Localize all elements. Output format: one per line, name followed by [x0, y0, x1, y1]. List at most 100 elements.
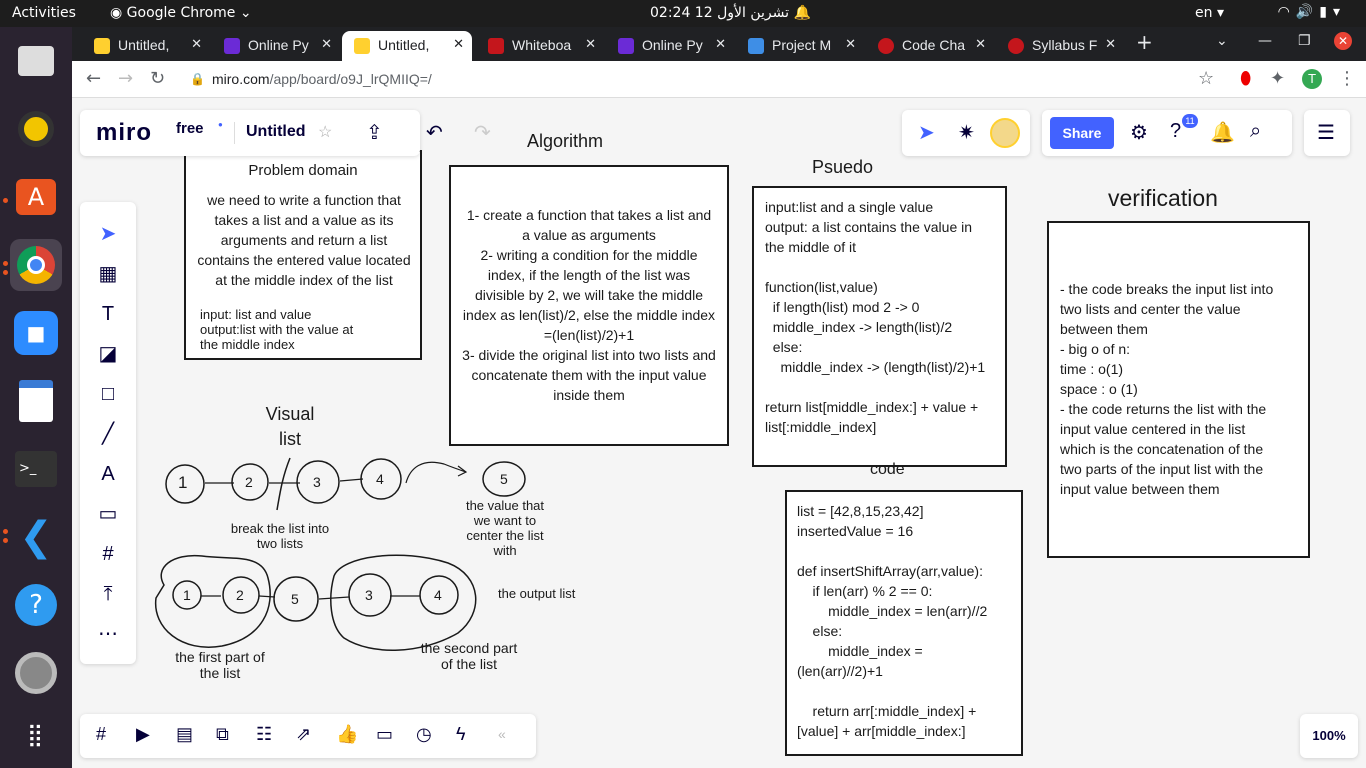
export-icon[interactable]: ⇪ [366, 120, 383, 145]
bookmark-star-icon[interactable]: ☆ [1198, 68, 1214, 89]
vscode-icon[interactable]: ❮ [10, 511, 62, 563]
tab-1[interactable]: Untitled, ✕ [82, 31, 210, 61]
collapse-icon[interactable]: « [498, 726, 506, 742]
sticky-note-icon[interactable]: ◪ [94, 340, 122, 368]
undo-icon[interactable]: ↶ [426, 120, 443, 145]
settings-sliders-icon[interactable]: ⚙ [1130, 120, 1148, 145]
close-icon[interactable]: ✕ [1105, 36, 1116, 52]
star-icon[interactable]: ☆ [318, 122, 332, 142]
board-title[interactable]: Untitled [246, 123, 306, 141]
zoom-icon[interactable]: ■ [10, 307, 62, 359]
text-tool-icon[interactable]: T [94, 300, 122, 328]
verification-frame[interactable]: - the code breaks the input list into tw… [1047, 221, 1310, 558]
templates-icon[interactable]: ▦ [94, 260, 122, 288]
show-applications-icon[interactable]: ⣿ [10, 709, 62, 761]
activities-button[interactable]: Activities [12, 5, 76, 21]
plan-badge[interactable]: free [176, 120, 204, 137]
help-icon[interactable]: ? [10, 579, 62, 631]
miro-logo[interactable]: miro [96, 119, 152, 147]
pen-tool-icon[interactable]: A [94, 460, 122, 488]
clock[interactable]: 02:24 12 تشرين الأول 🔔 [650, 5, 811, 21]
terminal-icon[interactable]: >_ [10, 443, 62, 495]
tab-6[interactable]: Project M ✕ [736, 31, 864, 61]
files-icon[interactable] [10, 35, 62, 87]
back-icon[interactable]: ← [86, 68, 101, 89]
minimize-button[interactable]: — [1258, 33, 1272, 49]
board-outline-button[interactable]: ☰ [1304, 110, 1350, 156]
avatar[interactable] [990, 118, 1020, 148]
pseudo-frame[interactable]: input:list and a single value output: a … [752, 186, 1007, 467]
new-tab-button[interactable]: + [1136, 30, 1153, 54]
comments-icon[interactable]: ▤ [176, 724, 193, 745]
close-icon[interactable]: ✕ [845, 36, 856, 52]
close-window-button[interactable]: ✕ [1334, 32, 1352, 50]
cursor-tracking-icon[interactable]: ➤ [918, 120, 935, 145]
url-path: /app/board/o9J_lrQMIIQ=/ [269, 71, 432, 87]
close-icon[interactable]: ✕ [453, 36, 464, 52]
extensions-puzzle-icon[interactable]: ✦ [1270, 68, 1285, 89]
tab-5[interactable]: Online Py ✕ [606, 31, 734, 61]
lightning-icon[interactable]: ϟ [456, 724, 466, 745]
close-icon[interactable]: ✕ [321, 36, 332, 52]
celebrate-icon[interactable]: ✷ [958, 120, 975, 145]
timer-icon[interactable]: ◷ [416, 724, 432, 745]
settings-icon[interactable] [10, 647, 62, 699]
close-icon[interactable]: ✕ [715, 36, 726, 52]
maximize-button[interactable]: ❐ [1298, 33, 1311, 49]
code-body: list = [42,8,15,23,42] insertedValue = 1… [797, 503, 988, 739]
forward-icon[interactable]: → [118, 68, 133, 89]
chat-icon[interactable]: ⧉ [216, 724, 229, 745]
frames-icon[interactable]: # [96, 724, 106, 745]
whiteboard-favicon-icon [488, 38, 504, 54]
extension-icon[interactable]: ⬮ [1240, 68, 1251, 89]
video-call-icon[interactable]: ▭ [376, 724, 393, 745]
kebab-menu-icon[interactable]: ⋮ [1338, 68, 1356, 89]
language-indicator[interactable]: en ▾ [1195, 5, 1224, 21]
help-icon[interactable]: ? [1170, 120, 1181, 143]
bell-icon[interactable]: 🔔 [1210, 120, 1235, 145]
frame-tool-icon[interactable]: # [94, 540, 122, 568]
code-frame[interactable]: list = [42,8,15,23,42] insertedValue = 1… [785, 490, 1023, 756]
problem-domain-frame[interactable]: Problem domain we need to write a functi… [184, 150, 422, 360]
node-label: 5 [500, 471, 508, 487]
miro-canvas[interactable]: 1 2 3 4 5 1 2 5 3 4 Visual list break th… [72, 98, 1366, 768]
algorithm-frame[interactable]: 1- create a function that takes a list a… [449, 165, 729, 446]
system-tray[interactable]: ◠🔊▮▾ [1278, 4, 1346, 20]
more-tools-icon[interactable]: ⋯ [94, 620, 122, 648]
algorithm-title: Algorithm [527, 131, 604, 151]
software-center-icon[interactable]: A [10, 171, 62, 223]
tab-4[interactable]: Whiteboa ✕ [476, 31, 604, 61]
share-screen-icon[interactable]: ⇗ [296, 724, 311, 745]
upload-icon[interactable]: ⤒ [94, 580, 122, 608]
lock-icon[interactable]: 🔒 [190, 72, 205, 86]
close-icon[interactable]: ✕ [191, 36, 202, 52]
reload-icon[interactable]: ↻ [150, 68, 165, 89]
cards-icon[interactable]: ☷ [256, 724, 272, 745]
presentation-icon[interactable]: ▶ [136, 724, 150, 745]
algorithm-body: 1- create a function that takes a list a… [462, 207, 716, 403]
comment-tool-icon[interactable]: ▭ [94, 500, 122, 528]
tab-2[interactable]: Online Py ✕ [212, 31, 340, 61]
codefellows-favicon-icon [878, 38, 894, 54]
line-tool-icon[interactable]: ╱ [94, 420, 122, 448]
close-icon[interactable]: ✕ [975, 36, 986, 52]
shape-tool-icon[interactable]: □ [94, 380, 122, 408]
tab-3-active[interactable]: Untitled, ✕ [342, 31, 472, 61]
voting-icon[interactable]: 👍 [336, 724, 358, 745]
tab-search-icon[interactable]: ⌄ [1216, 33, 1228, 49]
close-icon[interactable]: ✕ [585, 36, 596, 52]
app-menu[interactable]: ◉ Google Chrome ⌄ [110, 5, 252, 21]
select-tool-icon[interactable]: ➤ [94, 220, 122, 248]
tab-8[interactable]: Syllabus F ✕ [996, 31, 1124, 61]
share-button[interactable]: Share [1050, 117, 1114, 149]
redo-icon[interactable]: ↷ [474, 120, 491, 145]
zoom-level[interactable]: 100% [1300, 714, 1358, 758]
url-field[interactable]: miro.com/app/board/o9J_lrQMIIQ=/ [212, 71, 432, 87]
chrome-icon[interactable] [10, 239, 62, 291]
break-mark [276, 457, 291, 511]
profile-avatar[interactable]: T [1302, 69, 1322, 89]
document-viewer-icon[interactable] [10, 375, 62, 427]
rhythmbox-icon[interactable] [10, 103, 62, 155]
tab-7[interactable]: Code Cha ✕ [866, 31, 994, 61]
search-icon[interactable]: ⌕ [1250, 120, 1261, 143]
